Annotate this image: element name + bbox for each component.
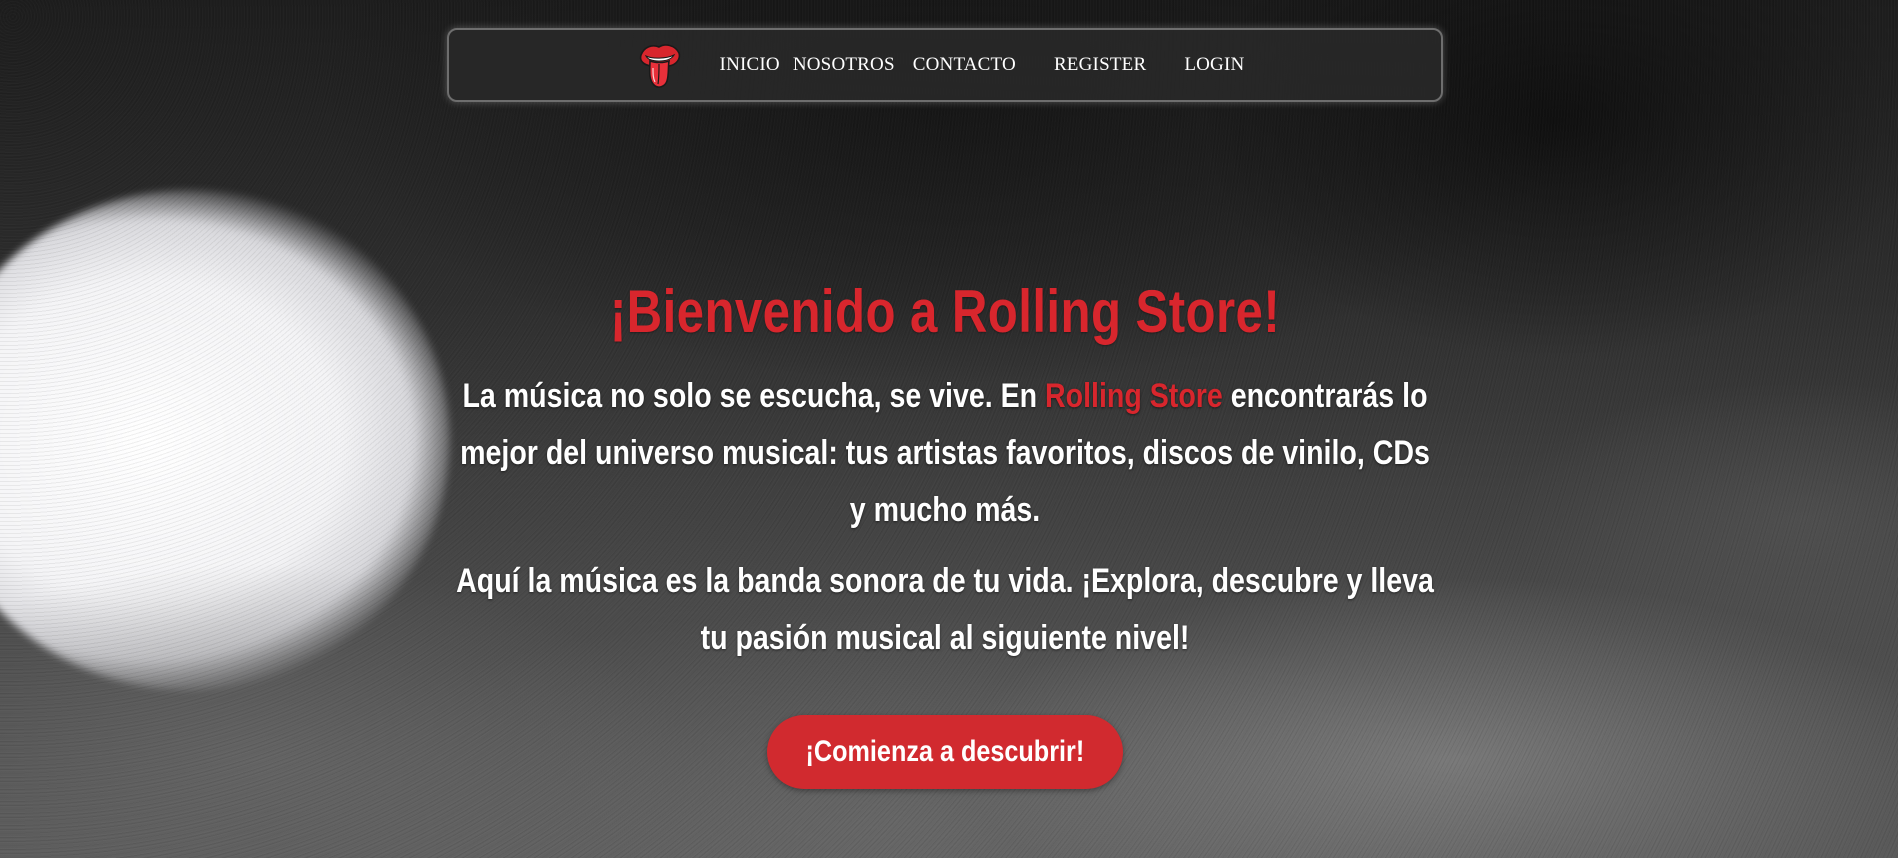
hero-description: La música no solo se escucha, se vive. E… (454, 368, 1437, 667)
brand-name-highlight: Rolling Store (1045, 377, 1223, 415)
hero-title: ¡Bienvenido a Rolling Store! (609, 278, 1281, 345)
cta-container: ¡Comienza a descubrir! (0, 715, 1890, 789)
navbar-content: INICIO NOSOTROS CONTACTO REGISTER LOGIN (638, 41, 1245, 89)
rolling-stones-tongue-logo-icon[interactable] (638, 41, 682, 89)
nav-link-register[interactable]: REGISTER (1054, 54, 1146, 76)
start-discovering-button[interactable]: ¡Comienza a descubrir! (767, 715, 1123, 789)
navbar: INICIO NOSOTROS CONTACTO REGISTER LOGIN (447, 28, 1443, 102)
nav-link-login[interactable]: LOGIN (1184, 54, 1244, 76)
hero-paragraph-intro: La música no solo se escucha, se vive. E… (454, 368, 1437, 539)
nav-link-contacto[interactable]: CONTACTO (913, 54, 1016, 76)
hero-section: ¡Bienvenido a Rolling Store! La música n… (0, 270, 1890, 789)
start-discovering-button-label: ¡Comienza a descubrir! (805, 735, 1085, 768)
nav-link-nosotros[interactable]: NOSOTROS (793, 54, 895, 76)
nav-link-inicio[interactable]: INICIO (720, 54, 780, 76)
hero-paragraph-explore: Aquí la música es la banda sonora de tu … (456, 562, 1434, 657)
hero-paragraph-intro-start: La música no solo se escucha, se vive. E… (462, 377, 1046, 415)
